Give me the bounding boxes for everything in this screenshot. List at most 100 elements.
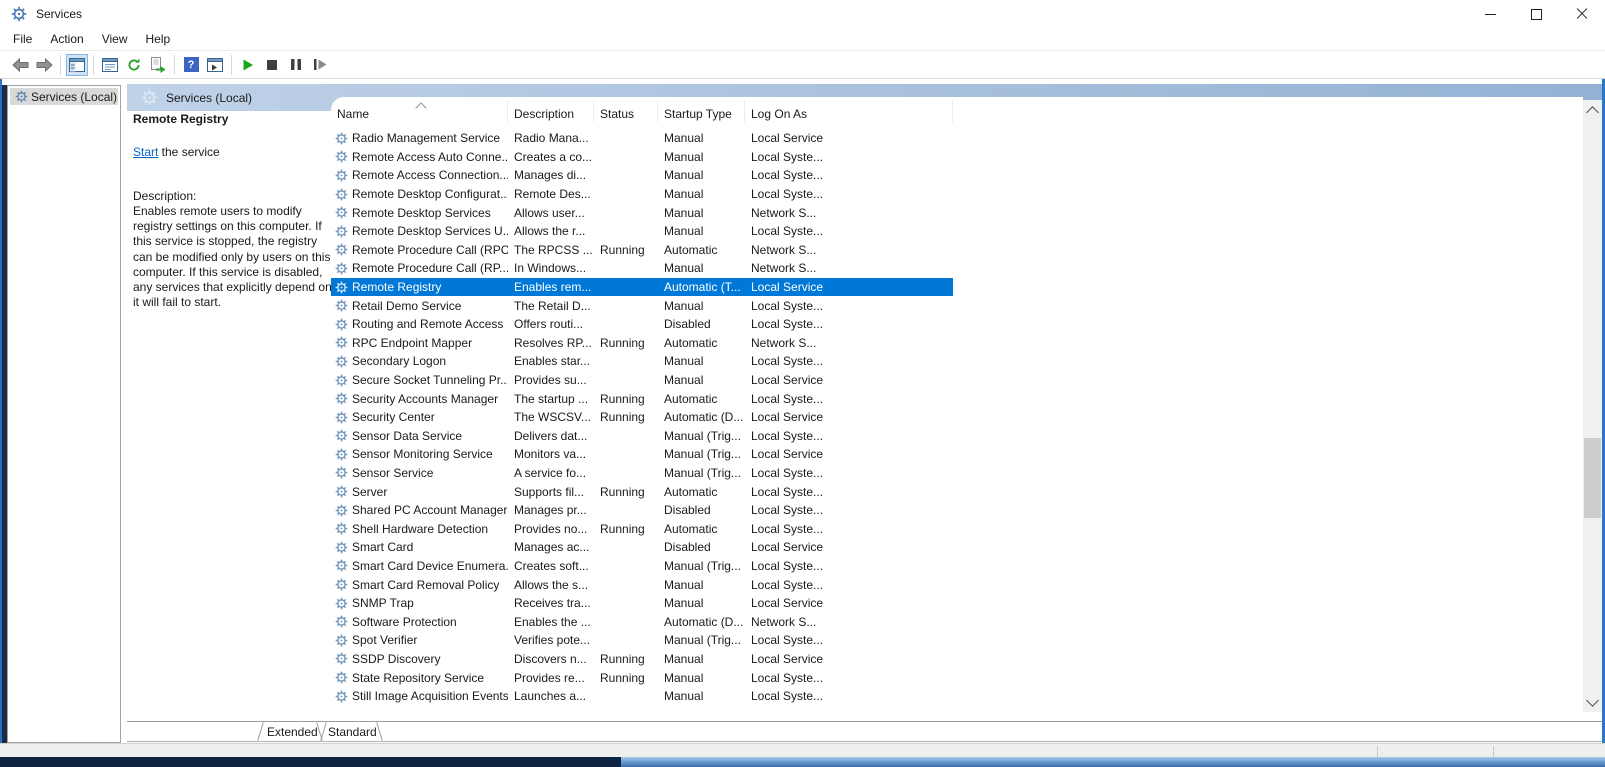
table-row[interactable]: Radio Management ServiceRadio Mana...Man… [331,129,953,148]
table-row[interactable]: Secondary LogonEnables star...ManualLoca… [331,352,953,371]
table-row[interactable]: Spot VerifierVerifies pote...Manual (Tri… [331,631,953,650]
service-gear-icon [335,597,348,610]
table-row[interactable]: Sensor ServiceA service fo...Manual (Tri… [331,464,953,483]
cell-startup-type: Manual [658,206,745,220]
table-row[interactable]: Remote Access Connection...Manages di...… [331,166,953,185]
tabs-bottom-divider [127,741,1602,742]
cell-description: Manages pr... [508,503,594,517]
cell-description: Allows user... [508,206,594,220]
column-header-startup-type[interactable]: Startup Type [658,100,745,122]
table-row[interactable]: Smart Card Device Enumera...Creates soft… [331,557,953,576]
tab-standard[interactable]: Standard [328,725,377,739]
refresh-button[interactable] [123,54,145,76]
cell-startup-type: Manual [658,578,745,592]
cell-startup-type: Automatic [658,485,745,499]
status-bar [0,743,1605,757]
menu-help[interactable]: Help [137,30,180,48]
table-row[interactable]: Smart CardManages ac...DisabledLocal Ser… [331,538,953,557]
table-row[interactable]: Remote Desktop Services U...Allows the r… [331,222,953,241]
cell-log-on-as: Local Service [745,373,953,387]
start-service-link[interactable]: Start [133,145,158,159]
cell-startup-type: Automatic [658,392,745,406]
pause-service-button[interactable] [285,54,307,76]
back-icon [12,58,29,72]
column-header-name[interactable]: Name [331,100,508,122]
service-gear-icon [335,615,348,628]
cell-description: The WSCSV... [508,410,594,424]
content-header-gear-icon [141,89,158,106]
table-row[interactable]: Sensor Monitoring ServiceMonitors va...M… [331,445,953,464]
vertical-scrollbar[interactable] [1583,100,1602,712]
cell-description: Supports fil... [508,485,594,499]
cell-startup-type: Manual [658,131,745,145]
column-header-log-on-as[interactable]: Log On As [745,100,953,122]
cell-name: Smart Card Device Enumera... [331,559,508,573]
maximize-button[interactable] [1513,0,1559,28]
table-row[interactable]: SSDP DiscoveryDiscovers n...RunningManua… [331,650,953,669]
table-row[interactable]: Remote Desktop ServicesAllows user...Man… [331,203,953,222]
table-row[interactable]: Remote Desktop Configurat...Remote Des..… [331,185,953,204]
status-bar-divider [1493,746,1494,757]
cell-log-on-as: Local Syste... [745,168,953,182]
table-row[interactable]: Secure Socket Tunneling Pr...Provides su… [331,371,953,390]
table-row[interactable]: Security CenterThe WSCSV...RunningAutoma… [331,408,953,427]
table-row[interactable]: Remote Access Auto Conne...Creates a co.… [331,148,953,167]
service-gear-icon [335,578,348,591]
table-row[interactable]: RPC Endpoint MapperResolves RP...Running… [331,334,953,353]
export-list-button[interactable] [147,54,169,76]
table-row[interactable]: Still Image Acquisition EventsLaunches a… [331,687,953,706]
taskbar-strip-blue [621,757,1605,767]
service-gear-icon [335,299,348,312]
table-row[interactable]: Shared PC Account ManagerManages pr...Di… [331,501,953,520]
table-row[interactable]: Shell Hardware DetectionProvides no...Ru… [331,519,953,538]
cell-log-on-as: Local Syste... [745,578,953,592]
sidebar-item-services-local[interactable]: Services (Local) [10,88,118,105]
cell-description: Provides no... [508,522,594,536]
column-header-description[interactable]: Description [508,100,594,122]
service-gear-icon [335,429,348,442]
back-button[interactable] [9,54,31,76]
show-console-tree-button[interactable] [66,54,88,76]
restart-service-button[interactable] [309,54,331,76]
cell-log-on-as: Local Syste... [745,466,953,480]
minimize-button[interactable] [1467,0,1513,28]
service-gear-icon [335,504,348,517]
menu-action[interactable]: Action [41,30,92,48]
table-row[interactable]: ServerSupports fil...RunningAutomaticLoc… [331,482,953,501]
table-row[interactable]: Remote RegistryEnables rem...Automatic (… [331,278,953,297]
table-row[interactable]: Sensor Data ServiceDelivers dat...Manual… [331,427,953,446]
menu-view[interactable]: View [93,30,137,48]
table-row[interactable]: Remote Procedure Call (RP...In Windows..… [331,259,953,278]
table-row[interactable]: Smart Card Removal PolicyAllows the s...… [331,575,953,594]
service-gear-icon [335,652,348,665]
table-row[interactable]: Remote Procedure Call (RPC)The RPCSS ...… [331,241,953,260]
cell-startup-type: Manual [658,299,745,313]
scroll-up-icon[interactable] [1586,106,1599,119]
list-header-row: Name Description Status Startup Type Log… [331,100,953,126]
table-row[interactable]: State Repository ServiceProvides re...Ru… [331,668,953,687]
service-gear-icon [335,374,348,387]
show-action-pane-button[interactable] [204,54,226,76]
table-row[interactable]: Software ProtectionEnables the ...Automa… [331,612,953,631]
tab-extended[interactable]: Extended [267,725,318,739]
start-service-button[interactable] [237,54,259,76]
stop-service-button[interactable] [261,54,283,76]
properties-button[interactable] [99,54,121,76]
cell-description: Provides re... [508,671,594,685]
service-gear-icon [335,262,348,275]
cell-log-on-as: Network S... [745,206,953,220]
scroll-down-icon[interactable] [1586,694,1599,707]
table-row[interactable]: Retail Demo ServiceThe Retail D...Manual… [331,296,953,315]
table-row[interactable]: Security Accounts ManagerThe startup ...… [331,389,953,408]
close-button[interactable] [1559,0,1605,28]
table-row[interactable]: SNMP TrapReceives tra...ManualLocal Serv… [331,594,953,613]
help-button[interactable]: ? [180,54,202,76]
services-window: Services File Action View Help [0,0,1605,767]
scrollbar-thumb[interactable] [1584,438,1601,518]
forward-button[interactable] [33,54,55,76]
table-row[interactable]: Routing and Remote AccessOffers routi...… [331,315,953,334]
cell-name: Secondary Logon [331,354,508,368]
column-header-status[interactable]: Status [594,100,658,122]
service-gear-icon [335,690,348,703]
menu-file[interactable]: File [4,30,41,48]
